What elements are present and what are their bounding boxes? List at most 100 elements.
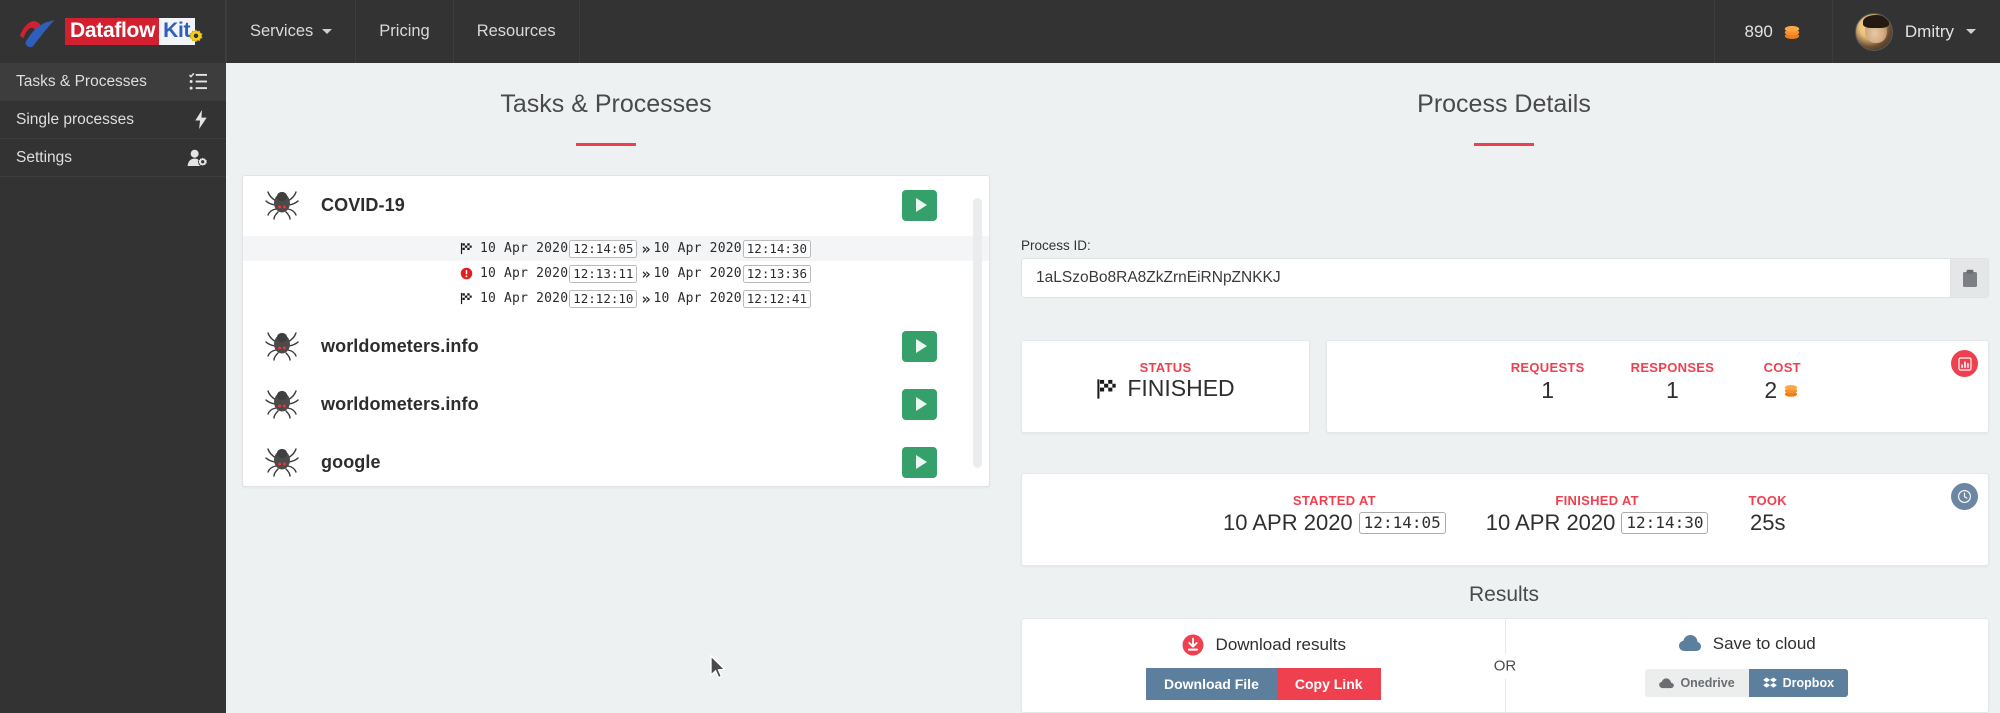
sidebar-item-tasks-and-processes[interactable]: Tasks & Processes <box>0 63 226 101</box>
history-start-time: 12:13:11 <box>569 264 638 283</box>
task-name: COVID-19 <box>321 194 405 215</box>
stat-label: REQUESTS <box>1510 360 1585 375</box>
sidebar-item-label: Single processes <box>16 110 135 128</box>
download-results-label: Download results <box>1215 635 1346 654</box>
status-value-group: FINISHED <box>1096 375 1235 402</box>
history-end-date: 10 Apr 2020 <box>653 266 742 281</box>
timing-finished-at: FINISHED AT 10 APR 2020 12:14:30 <box>1466 493 1729 536</box>
download-file-button[interactable]: Download File <box>1145 668 1277 700</box>
app-root: Dataflow Kit Services Pricing Resources <box>0 0 2000 713</box>
clock-icon <box>1958 490 1971 503</box>
timing-value-group: 10 APR 2020 12:14:30 <box>1486 510 1709 536</box>
history-end-date: 10 Apr 2020 <box>653 291 742 306</box>
clipboard-icon <box>1962 269 1977 287</box>
copy-process-id-button[interactable] <box>1950 259 1988 297</box>
brand-logo[interactable]: Dataflow Kit <box>0 0 226 63</box>
task-row[interactable]: worldometers.info <box>243 375 989 433</box>
timing-duration: 25s <box>1749 510 1786 535</box>
task-name: worldometers.info <box>321 335 479 356</box>
stat-value: 1 <box>1541 377 1555 403</box>
status-value: FINISHED <box>1127 375 1235 401</box>
sidebar-item-settings[interactable]: Settings <box>0 139 226 177</box>
title-underline <box>576 143 636 146</box>
timing-label: STARTED AT <box>1292 493 1376 508</box>
tasks-scrollbar[interactable] <box>973 198 982 468</box>
dropbox-button[interactable]: Dropbox <box>1748 669 1849 697</box>
checkered-flag-icon <box>458 242 475 255</box>
timing-value-group: 25s <box>1748 510 1787 536</box>
copy-link-button[interactable]: Copy Link <box>1276 668 1381 700</box>
run-task-button[interactable] <box>902 330 937 362</box>
save-to-cloud-section: Save to cloud Onedrive Dropbox <box>1506 619 1989 712</box>
task-row[interactable]: worldometers.info <box>243 317 989 375</box>
checkered-flag-icon <box>458 292 475 305</box>
onedrive-icon <box>1659 677 1675 688</box>
onedrive-button[interactable]: Onedrive <box>1645 669 1749 697</box>
history-end-time: 12:14:30 <box>742 239 811 258</box>
stats-chart-badge[interactable] <box>1951 350 1978 377</box>
play-icon <box>915 455 927 469</box>
coins-icon <box>1785 385 1798 397</box>
title-underline <box>1474 143 1534 146</box>
timing-date: 10 APR 2020 <box>1485 510 1616 535</box>
dropbox-icon <box>1762 677 1777 688</box>
history-start-date: 10 Apr 2020 <box>479 291 569 306</box>
task-history-row[interactable]: 10 Apr 2020 12:13:11 » 10 Apr 2020 12:13… <box>243 261 989 286</box>
task-history-row[interactable]: 10 Apr 2020 12:12:10 » 10 Apr 2020 12:12… <box>243 286 989 311</box>
credits-value: 890 <box>1744 21 1773 41</box>
main-content: Tasks & Processes COVID-19 10 Apr 2020 1… <box>226 63 2000 713</box>
timing-started-at: STARTED AT 10 APR 2020 12:14:05 <box>1203 493 1466 536</box>
sidebar-item-label: Settings <box>16 148 73 166</box>
download-results-heading: Download results <box>1181 633 1346 657</box>
run-task-button[interactable] <box>902 446 937 478</box>
nav-item-pricing[interactable]: Pricing <box>356 0 454 63</box>
stat-value: 2 <box>1764 377 1778 403</box>
nav-label: Resources <box>476 22 556 40</box>
stat-value: 1 <box>1666 377 1679 403</box>
timing-card: STARTED AT 10 APR 2020 12:14:05 FINISHED… <box>1021 473 1989 566</box>
topbar-right-group: 890 Dmitry <box>1713 0 2000 63</box>
spider-icon <box>265 332 299 361</box>
stat-cost: COST 2 <box>1737 360 1827 404</box>
page-title: Tasks & Processes <box>500 90 712 118</box>
sidebar: Tasks & Processes Single processes Setti… <box>0 63 226 713</box>
checkered-flag-icon <box>1097 378 1116 399</box>
play-icon <box>915 198 927 212</box>
task-row[interactable]: COVID-19 <box>243 176 989 234</box>
cloud-provider-group: Onedrive Dropbox <box>1645 669 1849 697</box>
tasks-scroll-area[interactable]: COVID-19 10 Apr 2020 12:14:05 » 10 Apr 2… <box>243 176 989 486</box>
nav-item-resources[interactable]: Resources <box>454 0 580 63</box>
spider-icon <box>265 191 299 220</box>
nav-label: Services <box>250 22 314 40</box>
download-results-section: Download results Download File Copy Link <box>1022 619 1505 712</box>
download-circle-icon <box>1182 634 1204 656</box>
brand-data-text: Dataflow <box>65 18 160 45</box>
process-id-input[interactable] <box>1022 259 1950 297</box>
timing-time: 12:14:30 <box>1621 512 1709 534</box>
play-icon <box>915 397 927 411</box>
spider-icon <box>265 390 299 419</box>
timing-took: TOOK 25s <box>1728 493 1807 536</box>
task-row[interactable]: google <box>243 433 989 486</box>
user-menu[interactable]: Dmitry <box>1833 0 2000 63</box>
history-end-date: 10 Apr 2020 <box>653 241 742 256</box>
task-history-row[interactable]: 10 Apr 2020 12:14:05 » 10 Apr 2020 12:14… <box>243 236 989 261</box>
brand-wordmark: Dataflow Kit <box>65 16 205 47</box>
history-start-date: 10 Apr 2020 <box>479 266 569 281</box>
avatar <box>1854 12 1893 51</box>
timing-clock-badge[interactable] <box>1951 483 1978 510</box>
credits-balance[interactable]: 890 <box>1713 0 1833 63</box>
stat-label: COST <box>1763 360 1801 375</box>
task-history-list: 10 Apr 2020 12:14:05 » 10 Apr 2020 12:14… <box>243 234 989 317</box>
results-card: Download results Download File Copy Link… <box>1021 618 1989 713</box>
stat-responses: RESPONSES 1 <box>1608 360 1738 404</box>
run-task-button[interactable] <box>902 388 937 420</box>
coins-icon <box>1784 25 1800 39</box>
nav-item-services[interactable]: Services <box>226 0 357 63</box>
tasks-column: Tasks & Processes COVID-19 10 Apr 2020 1… <box>226 63 990 713</box>
timing-time: 12:14:05 <box>1358 512 1446 534</box>
results-divider: OR <box>1486 619 1524 712</box>
user-name: Dmitry <box>1904 21 1954 41</box>
sidebar-item-single-processes[interactable]: Single processes <box>0 101 226 139</box>
run-task-button[interactable] <box>902 189 937 221</box>
